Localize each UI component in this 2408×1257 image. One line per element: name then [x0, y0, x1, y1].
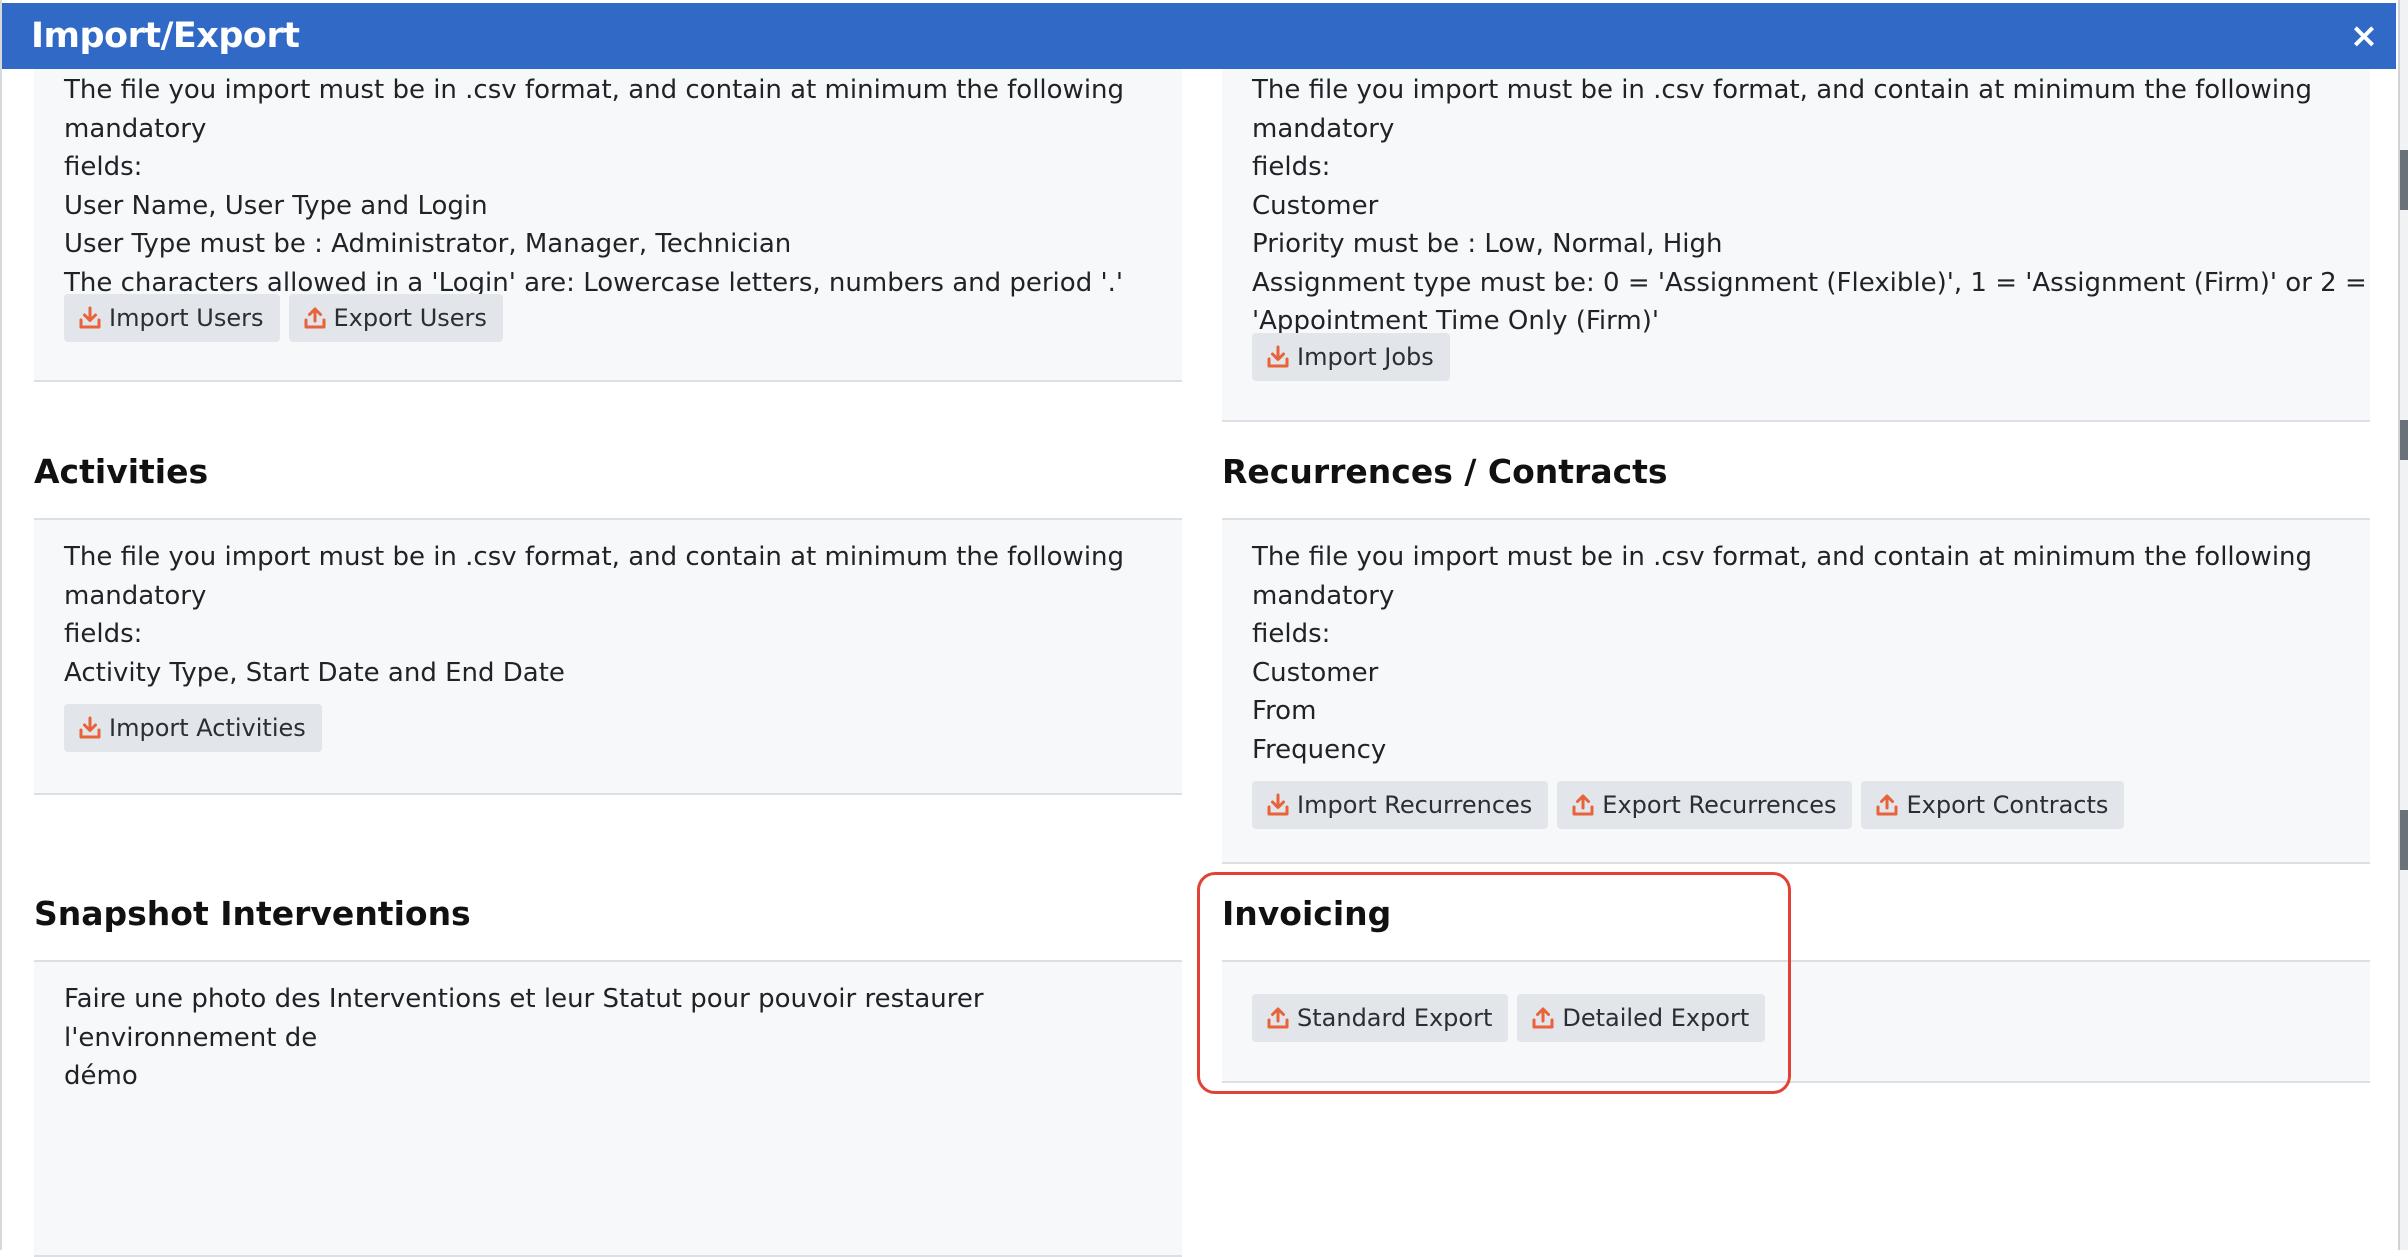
snapshot-panel: Faire une photo des Interventions et leu… [34, 962, 1182, 1257]
dialog-titlebar: Import/Export × [0, 3, 2396, 69]
download-icon [1267, 793, 1289, 816]
recurrences-description: The file you import must be in .csv form… [1252, 538, 2370, 769]
activities-line-2: fields: [64, 619, 143, 649]
jobs-panel: The file you import must be in .csv form… [1222, 69, 2370, 422]
jobs-line-5: Assignment type must be: 0 = 'Assignment… [1252, 267, 2367, 298]
recurrences-line-2: fields: [1252, 619, 1331, 649]
recurrences-panel: The file you import must be in .csv form… [1222, 520, 2370, 864]
jobs-line-3: Customer [1252, 190, 1379, 221]
import-recurrences-label: Import Recurrences [1297, 791, 1533, 819]
recurrences-buttons: Import Recurrences Export Recurrences Ex… [1252, 781, 2125, 829]
export-recurrences-button[interactable]: Export Recurrences [1557, 781, 1853, 829]
jobs-line-2: fields: [1252, 152, 1331, 182]
snapshot-line-1: Faire une photo des Interventions et leu… [64, 984, 984, 1053]
export-contracts-label: Export Contracts [1906, 791, 2109, 819]
import-jobs-label: Import Jobs [1297, 343, 1434, 371]
recurrences-line-3: Customer [1252, 657, 1379, 688]
activities-title: Activities [34, 452, 209, 491]
export-contracts-button[interactable]: Export Contracts [1861, 781, 2125, 829]
invoicing-highlight-box [1197, 872, 1791, 1094]
right-edge-mark [2400, 810, 2408, 870]
activities-line-1: The file you import must be in .csv form… [64, 542, 1125, 611]
users-line-2: fields: [64, 152, 143, 182]
snapshot-description: Faire une photo des Interventions et leu… [64, 980, 1182, 1096]
recurrences-line-1: The file you import must be in .csv form… [1252, 542, 2313, 611]
upload-icon [1876, 794, 1898, 816]
users-line-3: User Name, User Type and Login [64, 190, 488, 221]
download-icon [79, 306, 101, 329]
import-recurrences-button[interactable]: Import Recurrences [1252, 781, 1549, 829]
jobs-line-4: Priority must be : Low, Normal, High [1252, 229, 1723, 259]
download-icon [1267, 345, 1289, 368]
right-edge-mark [2400, 420, 2408, 460]
activities-buttons: Import Activities [64, 704, 322, 752]
jobs-buttons: Import Jobs [1252, 333, 1450, 381]
snapshot-title: Snapshot Interventions [34, 894, 471, 933]
dialog-title: Import/Export [31, 16, 300, 56]
users-panel: The file you import must be in .csv form… [34, 69, 1182, 382]
import-jobs-button[interactable]: Import Jobs [1252, 333, 1450, 381]
close-icon[interactable]: × [2346, 18, 2382, 54]
recurrences-line-4: From [1252, 696, 1317, 726]
users-description: The file you import must be in .csv form… [64, 71, 1182, 302]
download-icon [79, 716, 101, 739]
import-activities-label: Import Activities [109, 714, 306, 742]
users-line-1: The file you import must be in .csv form… [64, 75, 1125, 144]
right-edge-mark [2400, 150, 2408, 210]
import-users-button[interactable]: Import Users [64, 294, 280, 342]
activities-line-3: Activity Type, Start Date and End Date [64, 657, 565, 688]
recurrences-title: Recurrences / Contracts [1222, 452, 1668, 491]
activities-description: The file you import must be in .csv form… [64, 538, 1182, 692]
export-users-button[interactable]: Export Users [288, 294, 503, 342]
upload-icon [304, 307, 325, 329]
export-users-label: Export Users [333, 304, 487, 332]
recurrences-line-5: Frequency [1252, 734, 1387, 765]
import-users-label: Import Users [109, 304, 264, 332]
import-activities-button[interactable]: Import Activities [64, 704, 322, 752]
snapshot-line-2: démo [64, 1061, 138, 1091]
jobs-line-1: The file you import must be in .csv form… [1252, 75, 2313, 144]
upload-icon [1572, 794, 1594, 816]
import-export-dialog: Import/Export × The file you import must… [0, 0, 2398, 1257]
users-buttons: Import Users Export Users [64, 294, 503, 342]
left-window-edge [0, 0, 2, 1250]
jobs-description: The file you import must be in .csv form… [1252, 71, 2370, 341]
export-recurrences-label: Export Recurrences [1602, 791, 1837, 819]
users-line-4: User Type must be : Administrator, Manag… [64, 229, 792, 259]
activities-panel: The file you import must be in .csv form… [34, 520, 1182, 795]
